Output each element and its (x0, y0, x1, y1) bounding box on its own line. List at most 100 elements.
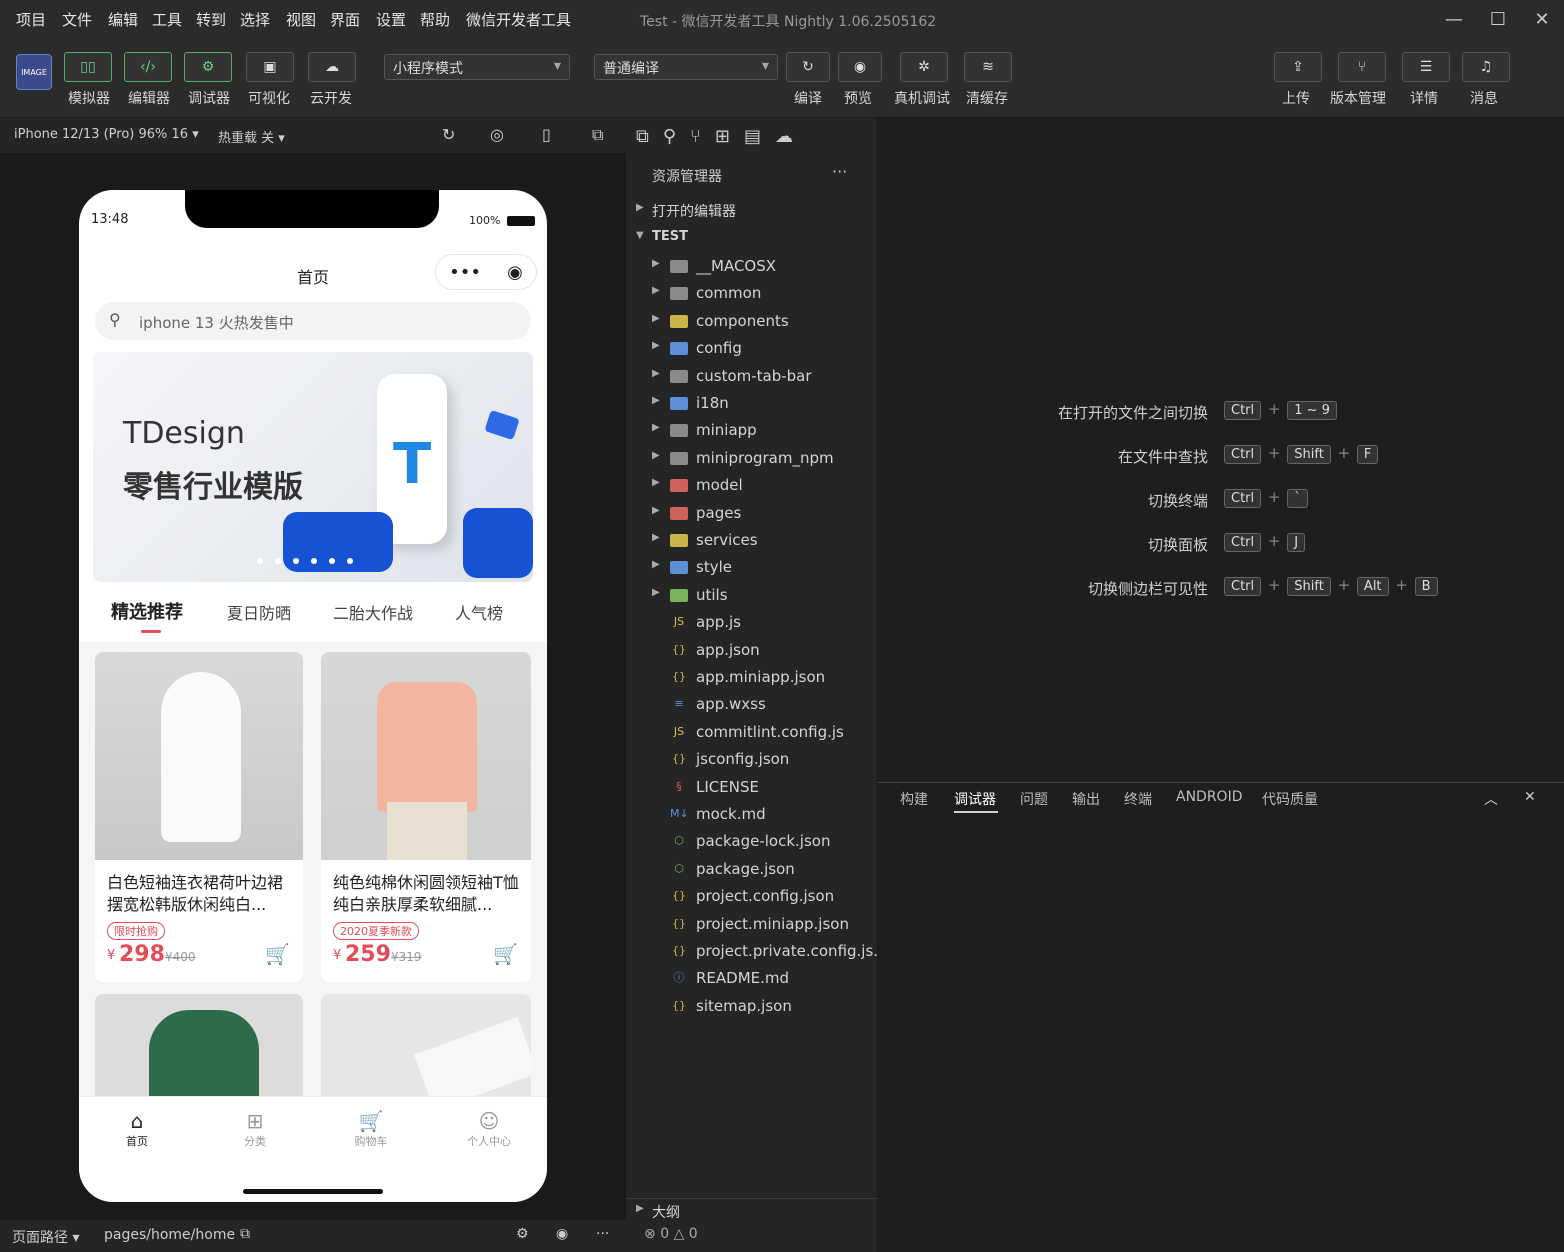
close-window-icon[interactable]: ✕ (1528, 6, 1556, 34)
menu-item[interactable]: 编辑 (108, 9, 138, 30)
tab-second-child[interactable]: 二胎大作战 (333, 600, 413, 624)
tab-profile[interactable]: ☺ 个人中心 (461, 1109, 517, 1149)
eye-icon[interactable]: ◉ (556, 1226, 568, 1242)
visual-button[interactable]: ▣ (246, 52, 294, 82)
product-card[interactable] (321, 994, 531, 1104)
messages-button[interactable]: ♫ (1462, 52, 1510, 82)
avatar[interactable]: IMAGE (16, 54, 52, 90)
file-item[interactable]: {} sitemap.json (626, 994, 878, 1021)
folder-item[interactable]: ▶ ▬ custom-tab-bar (626, 364, 878, 391)
editor-toggle-button[interactable]: ‹/› (124, 52, 172, 82)
menu-item[interactable]: 工具 (152, 9, 182, 30)
preview-button[interactable]: ◉ (838, 52, 882, 82)
file-item[interactable]: {} app.json (626, 638, 878, 665)
details-button[interactable]: ☰ (1402, 52, 1450, 82)
detach-icon[interactable]: ⧉ (592, 125, 603, 145)
minimize-icon[interactable]: — (1440, 6, 1468, 34)
cloud-button[interactable]: ☁ (308, 52, 356, 82)
panel-tab[interactable]: 构建 (900, 789, 928, 809)
files-icon[interactable]: ⧉ (636, 126, 649, 147)
cloud-icon[interactable]: ☁ (775, 126, 793, 147)
tab-popular[interactable]: 人气榜 (455, 600, 503, 624)
folder-item[interactable]: ▶ ▬ i18n (626, 391, 878, 418)
chevron-up-icon[interactable]: ︿ (1484, 789, 1498, 809)
file-item[interactable]: M↓ mock.md (626, 802, 878, 829)
page-path-select[interactable]: 页面路径 ▾ (12, 1227, 79, 1247)
menu-item[interactable]: 设置 (376, 9, 406, 30)
file-item[interactable]: ⬡ package-lock.json (626, 829, 878, 856)
folder-item[interactable]: ▶ ▬ __MACOSX (626, 254, 878, 281)
outline-section[interactable]: ▶ 大纲 (626, 1198, 878, 1225)
file-item[interactable]: ≡ app.wxss (626, 692, 878, 719)
tab-summer[interactable]: 夏日防晒 (227, 600, 291, 624)
folder-item[interactable]: ▶ ▬ common (626, 281, 878, 308)
more-icon[interactable]: ··· (596, 1226, 609, 1242)
folder-item[interactable]: ▶ ▬ services (626, 528, 878, 555)
compile-button[interactable]: ↻ (786, 52, 830, 82)
folder-item[interactable]: ▶ ▬ miniprogram_npm (626, 446, 878, 473)
file-item[interactable]: ⬡ package.json (626, 857, 878, 884)
folder-item[interactable]: ▶ ▬ style (626, 555, 878, 582)
add-cart-icon[interactable]: 🛒 (265, 942, 290, 966)
clear-cache-button[interactable]: ≋ (964, 52, 1012, 82)
product-card[interactable] (95, 994, 303, 1104)
file-item[interactable]: {} project.config.json (626, 884, 878, 911)
product-card[interactable]: 纯色纯棉休闲圆领短袖T恤纯白亲肤厚柔软细腻... 2020夏季新款 ¥ 259 … (321, 652, 531, 982)
folder-item[interactable]: ▶ ▬ components (626, 309, 878, 336)
folder-item[interactable]: ▶ ▬ miniapp (626, 418, 878, 445)
panel-tab[interactable]: 输出 (1072, 789, 1100, 809)
menu-item[interactable]: 视图 (286, 9, 316, 30)
menu-item[interactable]: 项目 (16, 9, 46, 30)
panel-tab[interactable]: ANDROID (1176, 789, 1243, 805)
banner[interactable]: TDesign 零售行业模版 T (93, 352, 533, 582)
file-item[interactable]: JS commitlint.config.js (626, 720, 878, 747)
extensions-icon[interactable]: ⊞ (715, 126, 730, 147)
search-icon[interactable]: ⚲ (663, 126, 676, 147)
file-item[interactable]: § LICENSE (626, 775, 878, 802)
folder-item[interactable]: ▶ ▬ model (626, 473, 878, 500)
more-icon[interactable]: ··· (832, 162, 847, 181)
tab-category[interactable]: ⊞ 分类 (237, 1109, 273, 1149)
file-item[interactable]: {} jsconfig.json (626, 747, 878, 774)
search-input[interactable]: ⚲ iphone 13 火热发售中 (95, 302, 531, 340)
remote-debug-button[interactable]: ✲ (900, 52, 948, 82)
menu-item[interactable]: 选择 (240, 9, 270, 30)
file-item[interactable]: JS app.js (626, 610, 878, 637)
source-control-icon[interactable]: ⑂ (690, 126, 701, 147)
mode-select[interactable]: 小程序模式 ▾ (384, 54, 570, 80)
layout-icon[interactable]: ▤ (744, 126, 761, 147)
copy-icon[interactable]: ⧉ (240, 1226, 250, 1242)
hotreload-select[interactable]: 热重载 关 ▾ (218, 127, 285, 146)
menu-item[interactable]: 微信开发者工具 (466, 9, 571, 30)
open-editors-section[interactable]: ▶ 打开的编辑器 (626, 198, 878, 225)
refresh-icon[interactable]: ↻ (442, 125, 455, 144)
simulator-toggle-button[interactable]: ▯▯ (64, 52, 112, 82)
close-circle-icon[interactable]: ◉ (507, 262, 523, 283)
add-cart-icon[interactable]: 🛒 (493, 942, 518, 966)
menu-item[interactable]: 转到 (196, 9, 226, 30)
debugger-toggle-button[interactable]: ⚙ (184, 52, 232, 82)
folder-item[interactable]: ▶ ▬ config (626, 336, 878, 363)
file-item[interactable]: {} project.miniapp.json (626, 912, 878, 939)
close-icon[interactable]: ✕ (1524, 789, 1536, 805)
file-item[interactable]: {} app.miniapp.json (626, 665, 878, 692)
tab-cart[interactable]: 🛒 购物车 (349, 1109, 393, 1149)
more-icon[interactable]: ••• (449, 262, 481, 283)
file-item[interactable]: {} project.private.config.js... (626, 939, 888, 966)
project-root[interactable]: ▼ TEST (626, 226, 878, 253)
device-select[interactable]: iPhone 12/13 (Pro) 96% 16 ▾ (14, 127, 199, 142)
menu-item[interactable]: 帮助 (420, 9, 450, 30)
tab-featured[interactable]: 精选推荐 (111, 598, 183, 624)
phone-icon[interactable]: ▯ (542, 125, 551, 144)
panel-tab[interactable]: 代码质量 (1262, 789, 1318, 809)
tab-home[interactable]: ⌂ 首页 (119, 1109, 155, 1149)
menu-item[interactable]: 文件 (62, 9, 92, 30)
record-icon[interactable]: ◎ (490, 125, 504, 144)
version-button[interactable]: ⑂ (1338, 52, 1386, 82)
folder-item[interactable]: ▶ ▬ utils (626, 583, 878, 610)
folder-item[interactable]: ▶ ▬ pages (626, 501, 878, 528)
problems-indicator[interactable]: ⊗ 0 △ 0 (644, 1226, 698, 1242)
panel-tab[interactable]: 问题 (1020, 789, 1048, 809)
maximize-icon[interactable]: ☐ (1484, 6, 1512, 34)
upload-button[interactable]: ⇪ (1274, 52, 1322, 82)
